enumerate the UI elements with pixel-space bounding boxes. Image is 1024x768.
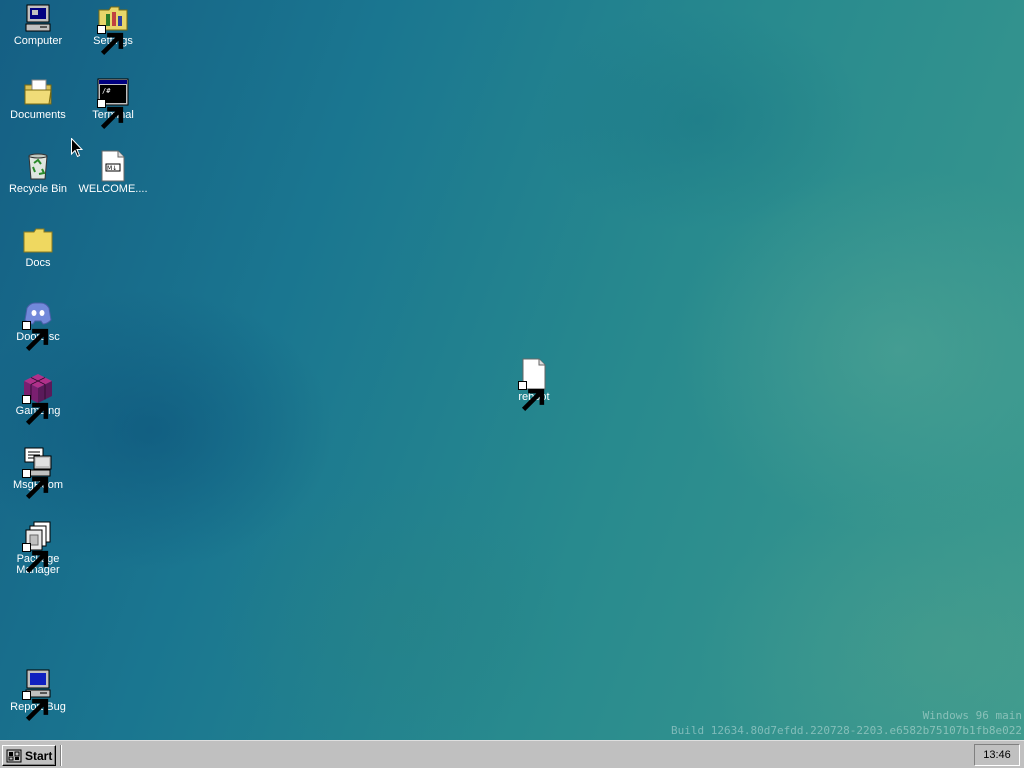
folder-icon <box>22 224 54 256</box>
shortcut-arrow-icon <box>22 321 49 352</box>
desktop-icon-docs[interactable]: Docs <box>1 224 75 269</box>
start-logo-icon <box>6 749 22 762</box>
discord-icon <box>22 298 54 352</box>
system-tray: 13:46 <box>974 744 1020 766</box>
shortcut-arrow-icon <box>97 25 124 56</box>
taskbar-separator <box>60 745 62 766</box>
shortcut-arrow-icon <box>22 469 49 500</box>
desktop-icon-gameing[interactable]: Gameing <box>1 372 75 426</box>
desktop-icon-package-manager[interactable]: Package Manager <box>1 520 75 576</box>
mouse-pointer-icon <box>71 138 83 158</box>
svg-text:/#: /# <box>102 87 111 95</box>
clock[interactable]: 13:46 <box>983 749 1011 761</box>
documents-folder-icon <box>22 76 54 108</box>
svg-text:M↓: M↓ <box>107 165 117 172</box>
start-button[interactable]: Start <box>2 745 56 766</box>
desktop-icon-computer[interactable]: Computer <box>1 2 75 47</box>
icon-label: Recycle Bin <box>8 183 68 195</box>
icon-label: Documents <box>10 109 66 121</box>
desktop-icon-settings[interactable]: Settings <box>76 2 150 56</box>
desktop-icon-welcome-file[interactable]: M↓ WELCOME.... <box>76 150 150 195</box>
build-watermark: Windows 96 main Build 12634.80d7efdd.220… <box>671 708 1022 738</box>
start-label: Start <box>25 748 53 763</box>
computer-icon <box>22 2 54 34</box>
game-cube-icon <box>22 372 54 426</box>
settings-folder-icon <box>97 2 129 56</box>
shortcut-arrow-icon <box>97 99 124 130</box>
desktop[interactable]: Computer Settings Documents /# Terminal … <box>0 0 1024 740</box>
icon-label: WELCOME.... <box>78 183 148 195</box>
desktop-icon-doordisc[interactable]: Doordisc <box>1 298 75 352</box>
taskbar: Start 13:46 <box>0 740 1024 768</box>
shortcut-arrow-icon <box>518 381 545 412</box>
desktop-icon-report-bug[interactable]: Report Bug <box>1 668 75 722</box>
chat-computer-icon <box>22 446 54 500</box>
shortcut-arrow-icon <box>22 395 49 426</box>
build-number-text: Build 12634.80d7efdd.220728-2203.e6582b7… <box>671 724 1022 737</box>
desktop-icon-msgroom[interactable]: MsgRoom <box>1 446 75 500</box>
icon-label: Computer <box>13 35 63 47</box>
markdown-file-icon: M↓ <box>97 150 129 182</box>
terminal-icon: /# <box>97 76 129 130</box>
file-icon <box>518 358 550 412</box>
desktop-icon-terminal[interactable]: /# Terminal <box>76 76 150 130</box>
report-bug-computer-icon <box>22 668 54 722</box>
shortcut-arrow-icon <box>22 691 49 722</box>
recycle-bin-icon <box>22 150 54 182</box>
desktop-icon-recycle-bin[interactable]: Recycle Bin <box>1 150 75 195</box>
package-manager-icon <box>22 520 54 574</box>
desktop-icon-reboot[interactable]: reboot <box>497 358 571 412</box>
shortcut-arrow-icon <box>22 543 49 574</box>
desktop-icon-documents[interactable]: Documents <box>1 76 75 121</box>
os-name-text: Windows 96 main <box>922 709 1022 722</box>
icon-label: Docs <box>25 257 51 269</box>
